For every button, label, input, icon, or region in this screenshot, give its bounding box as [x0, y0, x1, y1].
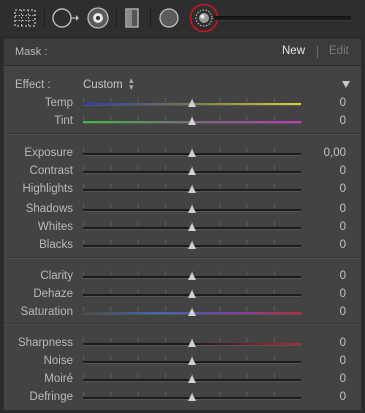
- crop-overlay-icon[interactable]: [12, 7, 38, 29]
- slider-label: Exposure: [24, 147, 73, 159]
- slider-value[interactable]: 0: [340, 115, 346, 127]
- slider-value[interactable]: 0: [340, 391, 346, 403]
- slider-row-exposure: Exposure 0,00: [4, 145, 361, 163]
- section-divider: [4, 323, 361, 325]
- slider-value[interactable]: 0: [340, 239, 346, 251]
- slider-row-shadows: Shadows 0: [4, 201, 361, 219]
- collapse-triangle-icon[interactable]: [342, 81, 350, 88]
- effect-preset-select[interactable]: Custom: [83, 79, 123, 91]
- slider-thumb[interactable]: [188, 149, 196, 157]
- mask-new-button[interactable]: New: [282, 45, 305, 57]
- slider-value[interactable]: 0: [340, 183, 346, 195]
- red-eye-icon[interactable]: [86, 7, 110, 29]
- slider-thumb[interactable]: [188, 393, 196, 401]
- slider-label: Temp: [44, 97, 73, 109]
- slider-row-moir: Moiré 0: [4, 371, 361, 389]
- mask-label: Mask :: [15, 46, 48, 58]
- slider-label: Defringe: [29, 391, 73, 403]
- graduated-filter-icon[interactable]: [122, 7, 142, 29]
- slider-value[interactable]: 0: [340, 270, 346, 282]
- slider-label: Whites: [37, 221, 73, 233]
- mask-edit-button[interactable]: Edit: [329, 45, 349, 57]
- tool-separator: [150, 8, 151, 28]
- slider-thumb[interactable]: [188, 167, 196, 175]
- mask-bar: Mask : New Edit: [4, 39, 361, 66]
- slider-thumb[interactable]: [188, 241, 196, 249]
- slider-row-blacks: Blacks 0: [4, 237, 361, 255]
- slider-label: Sharpness: [18, 337, 73, 349]
- brush-size-slider[interactable]: [214, 16, 351, 21]
- slider-label: Tint: [54, 115, 73, 127]
- updown-arrows-icon[interactable]: ▴ ▾: [129, 76, 134, 92]
- slider-thumb[interactable]: [188, 223, 196, 231]
- slider-value[interactable]: 0: [340, 288, 346, 300]
- slider-thumb[interactable]: [188, 205, 196, 213]
- slider-value[interactable]: 0: [340, 203, 346, 215]
- slider-label: Contrast: [29, 165, 73, 177]
- slider-thumb[interactable]: [188, 375, 196, 383]
- slider-value[interactable]: 0,00: [324, 147, 346, 159]
- slider-value[interactable]: 0: [340, 165, 346, 177]
- slider-value[interactable]: 0: [340, 97, 346, 109]
- slider-value[interactable]: 0: [340, 373, 346, 385]
- slider-label: Dehaze: [33, 288, 73, 300]
- section-divider: [4, 133, 361, 135]
- slider-thumb[interactable]: [188, 308, 196, 316]
- mask-divider: [317, 46, 318, 58]
- slider-label: Clarity: [40, 270, 73, 282]
- slider-thumb[interactable]: [188, 185, 196, 193]
- slider-thumb[interactable]: [188, 99, 196, 107]
- slider-row-tint: Tint 0: [4, 113, 361, 131]
- slider-row-saturation: Saturation 0: [4, 304, 361, 322]
- slider-label: Shadows: [25, 203, 73, 215]
- slider-thumb[interactable]: [188, 357, 196, 365]
- slider-thumb[interactable]: [188, 339, 196, 347]
- slider-value[interactable]: 0: [340, 221, 346, 233]
- slider-row-clarity: Clarity 0: [4, 268, 361, 286]
- tool-separator: [44, 8, 45, 28]
- slider-label: Noise: [43, 355, 73, 367]
- tool-separator: [116, 8, 117, 28]
- slider-row-noise: Noise 0: [4, 353, 361, 371]
- slider-label: Highlights: [22, 183, 74, 195]
- slider-label: Moiré: [44, 373, 73, 385]
- slider-label: Saturation: [20, 306, 73, 318]
- tool-strip: [0, 0, 365, 36]
- slider-label: Blacks: [39, 239, 73, 251]
- slider-value[interactable]: 0: [340, 355, 346, 367]
- slider-thumb[interactable]: [188, 117, 196, 125]
- slider-thumb[interactable]: [188, 290, 196, 298]
- slider-row-sharpness: Sharpness 0: [4, 335, 361, 353]
- slider-row-defringe: Defringe 0: [4, 389, 361, 407]
- slider-row-temp: Temp 0: [4, 95, 361, 113]
- slider-thumb[interactable]: [188, 272, 196, 280]
- slider-value[interactable]: 0: [340, 337, 346, 349]
- slider-row-dehaze: Dehaze 0: [4, 286, 361, 304]
- slider-row-whites: Whites 0: [4, 219, 361, 237]
- adjustment-panel: Mask : New Edit Effect : Custom ▴ ▾ Temp 0…: [3, 38, 362, 411]
- spot-removal-icon[interactable]: [50, 7, 80, 29]
- slider-value[interactable]: 0: [340, 306, 346, 318]
- slider-row-highlights: Highlights 0: [4, 181, 361, 199]
- radial-filter-icon[interactable]: [157, 7, 181, 29]
- section-divider: [4, 257, 361, 259]
- slider-row-contrast: Contrast 0: [4, 163, 361, 181]
- effect-label: Effect :: [15, 79, 51, 91]
